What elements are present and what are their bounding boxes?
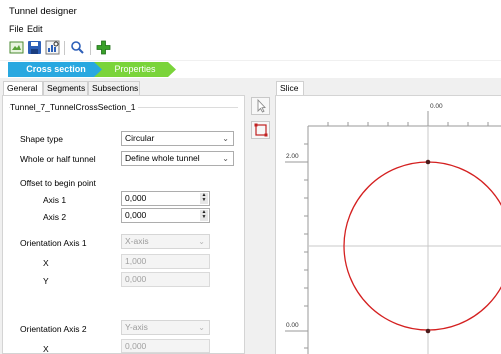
search-icon[interactable] <box>70 40 85 55</box>
chart-icon[interactable] <box>45 40 60 55</box>
orientation2-label: Orientation Axis 2 <box>20 324 87 334</box>
menu-edit[interactable]: Edit <box>27 24 43 34</box>
orientation2-select[interactable]: Y-axis ⌄ <box>121 320 210 335</box>
toolbar-separator <box>90 41 91 55</box>
whole-half-value: Define whole tunnel <box>125 153 200 163</box>
menu-bar: File Edit <box>0 22 501 36</box>
tab-subsections[interactable]: Subsections <box>88 81 140 95</box>
top-node <box>425 159 431 165</box>
chevron-down-icon: ⌄ <box>222 154 229 163</box>
orientation2-x-label: X <box>43 344 49 354</box>
orientation1-y-label: Y <box>43 276 49 286</box>
whole-half-select[interactable]: Define whole tunnel ⌄ <box>121 151 234 166</box>
orientation1-label: Orientation Axis 1 <box>20 238 87 248</box>
spin-arrows-icon[interactable]: ▲ ▼ <box>200 193 208 204</box>
spin-arrows-icon[interactable]: ▲ ▼ <box>200 210 208 221</box>
rectangle-tool-icon[interactable] <box>251 121 270 139</box>
left-ruler-label-bottom: 0.00 <box>286 322 299 329</box>
tab-slice[interactable]: Slice <box>276 81 304 95</box>
step-cross-section[interactable]: Cross section <box>8 62 104 77</box>
axis1-value: 0,000 <box>125 193 147 203</box>
orientation2-x-field[interactable]: 0,000 <box>121 339 210 353</box>
orientation1-x-label: X <box>43 258 49 268</box>
chevron-down-icon: ⌄ <box>198 323 205 332</box>
axis1-label: Axis 1 <box>43 195 67 205</box>
axis1-spinbox[interactable]: 0,000 ▲ ▼ <box>121 191 210 206</box>
top-ruler-label: 0.00 <box>430 103 443 110</box>
orientation1-value: X-axis <box>125 236 149 246</box>
whole-half-label: Whole or half tunnel <box>20 154 96 164</box>
axis2-label: Axis 2 <box>43 212 67 222</box>
save-icon[interactable] <box>27 40 42 55</box>
tab-general[interactable]: General <box>3 81 43 95</box>
tab-segments[interactable]: Segments <box>43 81 88 95</box>
offset-label: Offset to begin point <box>20 178 96 188</box>
general-panel: Tunnel_7_TunnelCrossSection_1 Shape type… <box>2 95 245 354</box>
add-icon[interactable] <box>96 40 111 55</box>
slice-canvas[interactable]: 0.00 2.00 0.00 <box>275 95 501 354</box>
left-ruler-label-top: 2.00 <box>286 153 299 160</box>
axis2-value: 0,000 <box>125 210 147 220</box>
window-title: Tunnel designer <box>9 6 77 17</box>
toolbar-separator <box>64 41 65 55</box>
group-title: Tunnel_7_TunnelCrossSection_1 <box>10 102 138 112</box>
new-icon[interactable] <box>9 40 24 55</box>
tool-buttons <box>251 95 271 155</box>
shape-type-select[interactable]: Circular ⌄ <box>121 131 234 146</box>
pointer-tool-icon[interactable] <box>251 97 270 115</box>
orientation2-value: Y-axis <box>125 322 148 332</box>
step-properties[interactable]: Properties <box>94 62 176 77</box>
orientation1-y-field[interactable]: 0,000 <box>121 272 210 287</box>
chevron-down-icon: ⌄ <box>198 237 205 246</box>
shape-type-label: Shape type <box>20 134 64 144</box>
orientation1-select[interactable]: X-axis ⌄ <box>121 234 210 249</box>
orientation1-x-field[interactable]: 1,000 <box>121 254 210 269</box>
menu-file[interactable]: File <box>9 24 24 34</box>
wizard-steps: Cross section Properties <box>0 61 501 78</box>
chevron-down-icon: ⌄ <box>222 134 229 143</box>
shape-type-value: Circular <box>125 133 155 143</box>
bottom-node <box>425 328 431 334</box>
axis2-spinbox[interactable]: 0,000 ▲ ▼ <box>121 208 210 223</box>
title-bar: Tunnel designer <box>0 0 501 22</box>
toolbar <box>0 36 501 60</box>
